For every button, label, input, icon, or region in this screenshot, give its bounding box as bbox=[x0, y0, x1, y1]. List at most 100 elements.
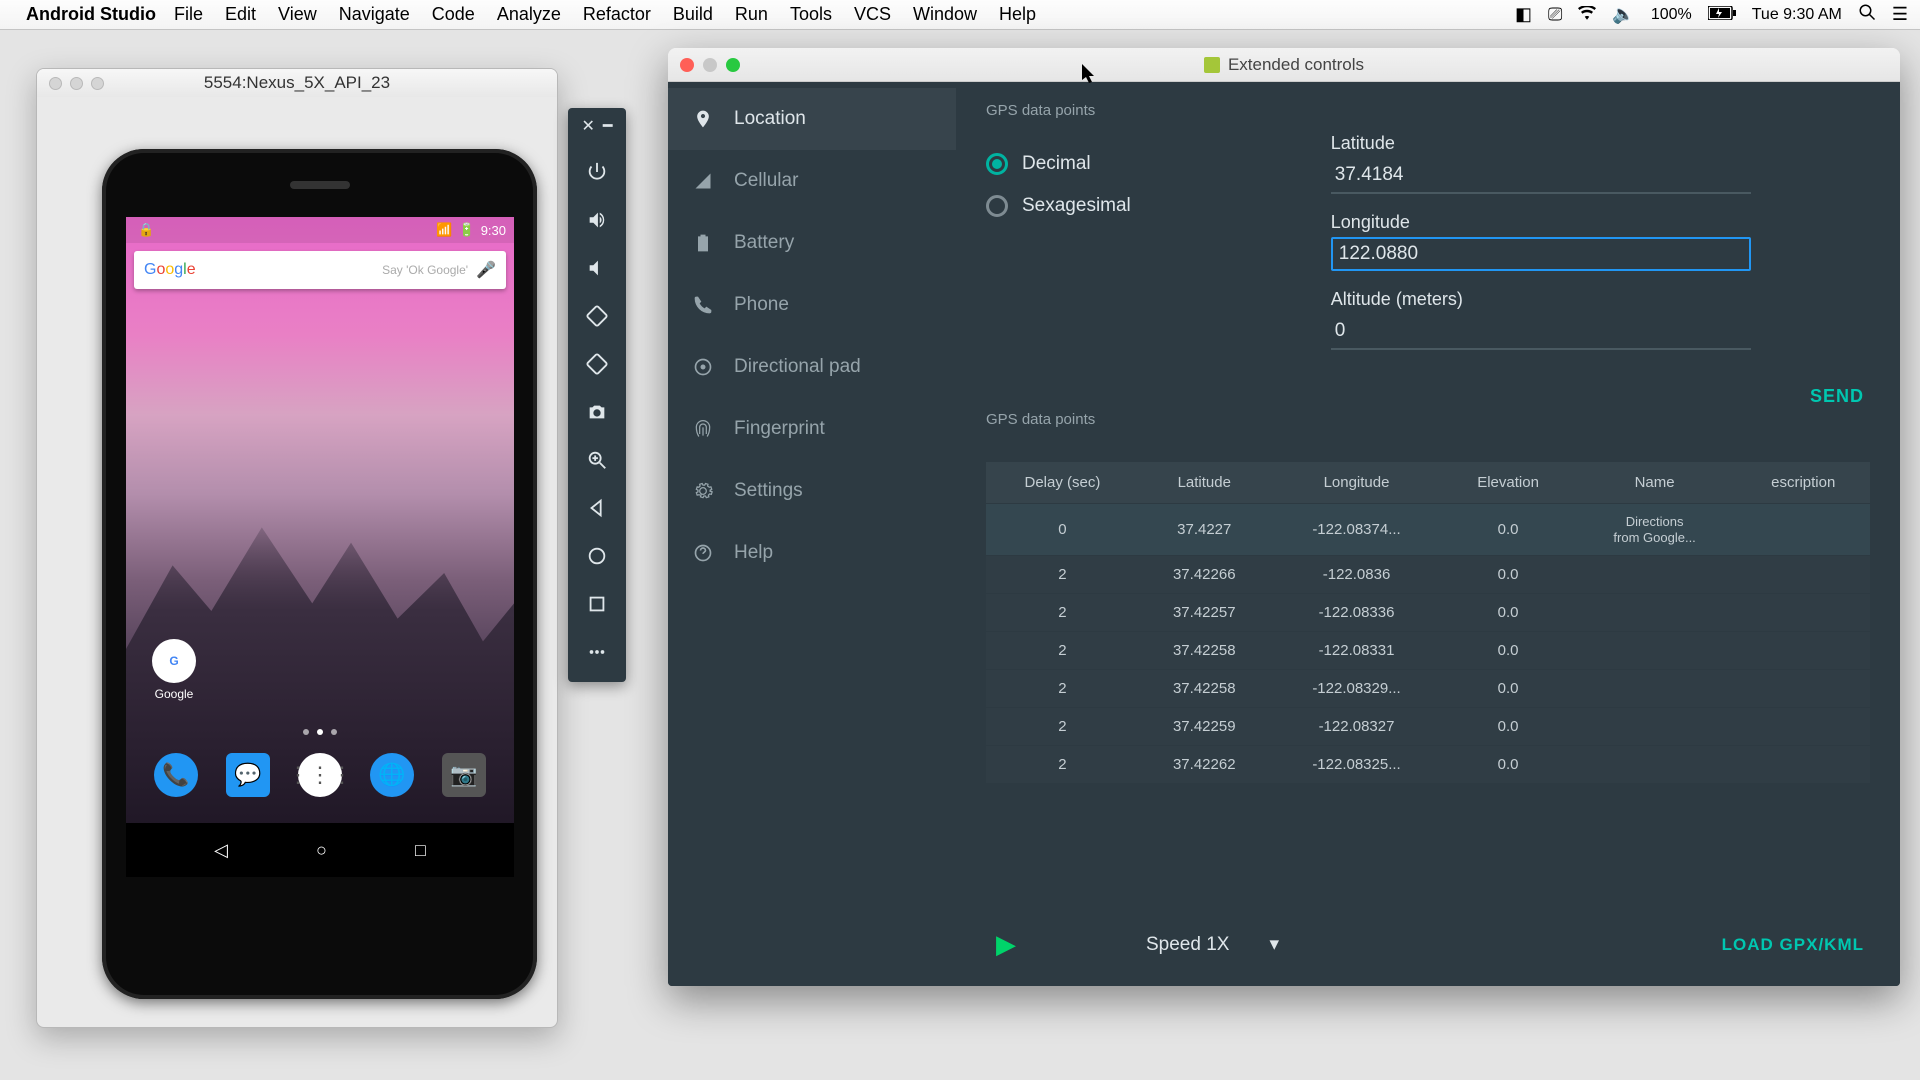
google-search-bar[interactable]: Google Say 'Ok Google' 🎤 bbox=[134, 251, 506, 289]
table-row[interactable]: 237.42262-122.08325...0.0 bbox=[986, 746, 1870, 784]
volume-up-icon[interactable] bbox=[576, 198, 618, 242]
menu-tools[interactable]: Tools bbox=[790, 4, 832, 25]
radio-sexagesimal[interactable]: Sexagesimal bbox=[986, 195, 1131, 217]
volume-icon[interactable]: 🔈 bbox=[1612, 4, 1634, 25]
menu-navigate[interactable]: Navigate bbox=[339, 4, 410, 25]
table-cell: 2 bbox=[986, 670, 1139, 708]
menu-edit[interactable]: Edit bbox=[225, 4, 256, 25]
back-icon[interactable] bbox=[576, 486, 618, 530]
dialer-icon[interactable]: 📞 bbox=[154, 753, 198, 797]
menu-file[interactable]: File bbox=[174, 4, 203, 25]
screenshot-icon[interactable] bbox=[576, 390, 618, 434]
speed-select[interactable]: Speed 1X ▾ bbox=[1146, 933, 1279, 956]
table-row[interactable]: 237.42258-122.08329...0.0 bbox=[986, 670, 1870, 708]
rotate-right-icon[interactable] bbox=[576, 342, 618, 386]
table-row[interactable]: 237.42258-122.083310.0 bbox=[986, 632, 1870, 670]
th-elevation[interactable]: Elevation bbox=[1443, 462, 1572, 504]
menu-icon[interactable]: ☰ bbox=[1892, 4, 1908, 25]
sidebar-item-dpad[interactable]: Directional pad bbox=[668, 336, 956, 398]
home-button[interactable]: ○ bbox=[316, 840, 327, 861]
menu-code[interactable]: Code bbox=[432, 4, 475, 25]
home-icon[interactable] bbox=[576, 534, 618, 578]
clock[interactable]: Tue 9:30 AM bbox=[1752, 6, 1842, 24]
menu-run[interactable]: Run bbox=[735, 4, 768, 25]
sidebar-item-phone[interactable]: Phone bbox=[668, 274, 956, 336]
emulator-titlebar[interactable]: 5554:Nexus_5X_API_23 bbox=[37, 69, 557, 97]
more-icon[interactable] bbox=[576, 630, 618, 674]
sidebar-item-settings[interactable]: Settings bbox=[668, 460, 956, 522]
browser-icon[interactable]: 🌐 bbox=[370, 753, 414, 797]
messages-icon[interactable]: 💬 bbox=[226, 753, 270, 797]
th-description[interactable]: escription bbox=[1736, 462, 1870, 504]
menu-help[interactable]: Help bbox=[999, 4, 1036, 25]
volume-down-icon[interactable] bbox=[576, 246, 618, 290]
mic-icon[interactable]: 🎤 bbox=[476, 260, 496, 280]
load-gpx-button[interactable]: LOAD GPX/KML bbox=[1722, 935, 1864, 955]
google-app-icon[interactable]: G Google bbox=[152, 639, 196, 701]
ext-titlebar[interactable]: Extended controls bbox=[668, 48, 1900, 82]
th-delay[interactable]: Delay (sec) bbox=[986, 462, 1139, 504]
menu-refactor[interactable]: Refactor bbox=[583, 4, 651, 25]
send-button[interactable]: SEND bbox=[1810, 386, 1864, 407]
menu-window[interactable]: Window bbox=[913, 4, 977, 25]
radio-decimal[interactable]: Decimal bbox=[986, 153, 1131, 175]
rotate-left-icon[interactable] bbox=[576, 294, 618, 338]
battery-icon[interactable] bbox=[1708, 4, 1736, 25]
menu-vcs[interactable]: VCS bbox=[854, 4, 891, 25]
altitude-input[interactable] bbox=[1331, 314, 1751, 350]
sidebar-item-label: Cellular bbox=[734, 170, 798, 192]
sidebar-item-help[interactable]: Help bbox=[668, 522, 956, 584]
table-cell bbox=[1736, 594, 1870, 632]
longitude-field-group: Longitude bbox=[1331, 212, 1870, 271]
longitude-input[interactable] bbox=[1331, 237, 1751, 271]
sidebar-item-location[interactable]: Location bbox=[668, 88, 956, 150]
minimize-icon[interactable]: ━ bbox=[603, 116, 613, 136]
table-cell: 2 bbox=[986, 632, 1139, 670]
table-row[interactable]: 237.42257-122.083360.0 bbox=[986, 594, 1870, 632]
table-row[interactable]: 037.4227-122.08374...0.0Directionsfrom G… bbox=[986, 504, 1870, 556]
sidebar-item-fingerprint[interactable]: Fingerprint bbox=[668, 398, 956, 460]
google-logo: Google bbox=[144, 261, 196, 279]
table-cell: 0.0 bbox=[1443, 746, 1572, 784]
chevron-down-icon: ▾ bbox=[1269, 933, 1279, 956]
menu-analyze[interactable]: Analyze bbox=[497, 4, 561, 25]
spotlight-icon[interactable] bbox=[1858, 3, 1876, 26]
table-cell bbox=[1573, 746, 1737, 784]
app-title[interactable]: Android Studio bbox=[26, 4, 156, 25]
power-icon[interactable] bbox=[576, 150, 618, 194]
close-icon[interactable]: ✕ bbox=[581, 116, 594, 136]
zoom-icon[interactable] bbox=[576, 438, 618, 482]
latitude-input[interactable] bbox=[1331, 158, 1751, 194]
overview-icon[interactable] bbox=[576, 582, 618, 626]
status-clock: 9:30 bbox=[481, 223, 506, 238]
help-icon bbox=[692, 543, 714, 563]
sidebar-item-battery[interactable]: Battery bbox=[668, 212, 956, 274]
th-longitude[interactable]: Longitude bbox=[1270, 462, 1444, 504]
google-app-label: Google bbox=[152, 687, 196, 701]
airplay-icon[interactable]: ⎚ bbox=[1548, 4, 1562, 25]
wifi-icon[interactable] bbox=[1578, 4, 1596, 25]
lock-icon: 🔒 bbox=[138, 222, 154, 238]
camera-icon[interactable]: 📷 bbox=[442, 753, 486, 797]
table-row[interactable]: 237.42259-122.083270.0 bbox=[986, 708, 1870, 746]
menu-build[interactable]: Build bbox=[673, 4, 713, 25]
sidebar-item-label: Fingerprint bbox=[734, 418, 825, 440]
screencast-icon[interactable]: ◧ bbox=[1515, 4, 1532, 25]
all-apps-icon[interactable]: ⋮⋮⋮ bbox=[298, 753, 342, 797]
sidebar-item-cellular[interactable]: Cellular bbox=[668, 150, 956, 212]
phone-screen[interactable]: 🔒 📶 🔋 9:30 Google Say 'Ok Google' 🎤 G Go… bbox=[126, 217, 514, 877]
table-cell bbox=[1736, 708, 1870, 746]
sidebar-item-label: Help bbox=[734, 542, 773, 564]
play-icon[interactable]: ▶ bbox=[996, 929, 1016, 960]
phone-speaker bbox=[290, 181, 350, 189]
battery-percent[interactable]: 100% bbox=[1651, 6, 1692, 24]
table-row[interactable]: 237.42266-122.08360.0 bbox=[986, 556, 1870, 594]
back-button[interactable]: ◁ bbox=[214, 840, 228, 861]
sidebar-item-label: Settings bbox=[734, 480, 803, 502]
table-cell: -122.08331 bbox=[1270, 632, 1444, 670]
overview-button[interactable]: □ bbox=[415, 840, 426, 861]
sidebar-item-label: Battery bbox=[734, 232, 794, 254]
th-name[interactable]: Name bbox=[1573, 462, 1737, 504]
th-latitude[interactable]: Latitude bbox=[1139, 462, 1270, 504]
menu-view[interactable]: View bbox=[278, 4, 317, 25]
